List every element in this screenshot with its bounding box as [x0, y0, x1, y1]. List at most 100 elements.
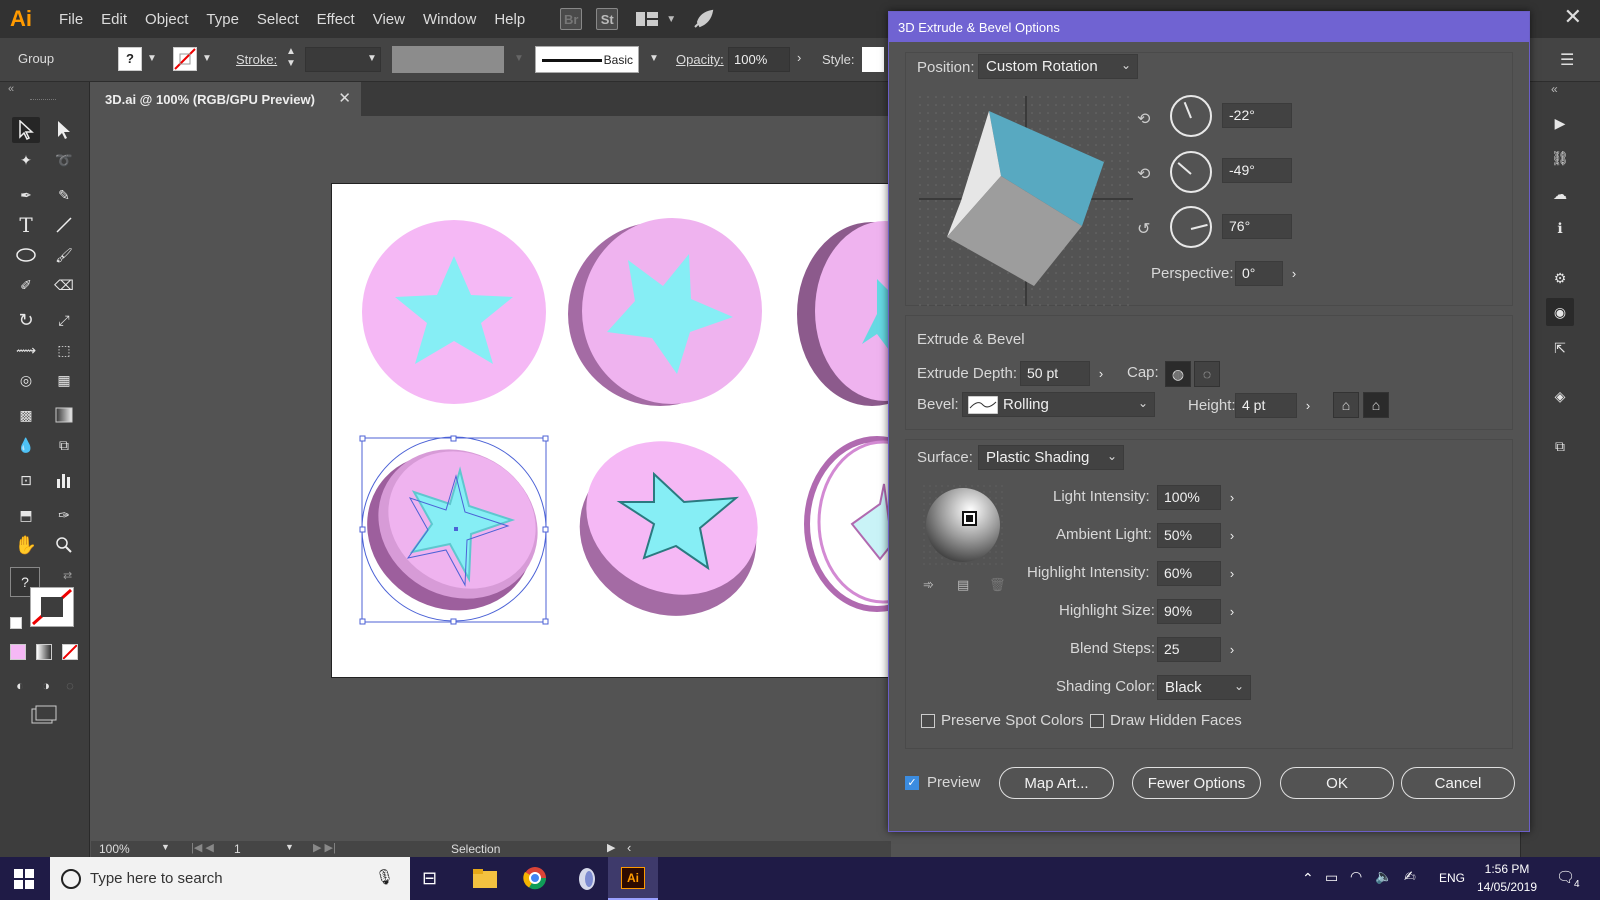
extrude-depth-input[interactable]: 50 pt: [1020, 361, 1090, 386]
draw-inside-icon[interactable]: ◌: [56, 672, 84, 698]
canvas[interactable]: [91, 116, 891, 841]
z-rotation-input[interactable]: 76°: [1222, 214, 1292, 239]
blend-tool-icon[interactable]: ⧉: [50, 432, 78, 458]
draw-hidden-faces-label[interactable]: Draw Hidden Faces: [1110, 712, 1242, 729]
show-hidden-icons-icon[interactable]: ⌃: [1302, 870, 1314, 887]
height-arrow-icon[interactable]: ›: [1297, 393, 1319, 418]
preview-label[interactable]: Preview: [927, 774, 980, 791]
draw-hidden-faces-checkbox[interactable]: [1090, 714, 1104, 728]
selection-tool-icon[interactable]: [12, 117, 40, 143]
menu-file[interactable]: File: [50, 11, 92, 28]
file-explorer-icon[interactable]: [473, 867, 497, 892]
draw-normal-icon[interactable]: ◐: [6, 672, 34, 698]
zoom-chevron-icon[interactable]: ▼: [161, 842, 170, 852]
shading-color-select[interactable]: Black ⌄: [1157, 675, 1251, 700]
type-tool-icon[interactable]: T: [12, 212, 40, 238]
menu-help[interactable]: Help: [485, 11, 534, 28]
hand-tool-icon[interactable]: ✋: [12, 532, 40, 558]
clock-date[interactable]: 14/05/2019: [1474, 880, 1540, 894]
dialog-title[interactable]: 3D Extrude & Bevel Options: [889, 12, 1529, 42]
preserve-spot-colors-label[interactable]: Preserve Spot Colors: [941, 712, 1084, 729]
blend-steps-arrow-icon[interactable]: ›: [1221, 637, 1243, 662]
flat-star-coin[interactable]: [362, 220, 546, 404]
tilted-star-coin[interactable]: [553, 414, 784, 645]
x-rotation-dial[interactable]: [1170, 95, 1212, 137]
illustrator-taskbar-button[interactable]: Ai: [608, 857, 658, 900]
none-mode-icon[interactable]: [62, 644, 78, 660]
position-select[interactable]: Custom Rotation ⌄: [978, 54, 1138, 79]
mesh-tool-icon[interactable]: ▩: [12, 402, 40, 428]
light-intensity-arrow-icon[interactable]: ›: [1221, 485, 1243, 510]
opacity-label[interactable]: Opacity:: [676, 52, 724, 67]
paintbrush-tool-icon[interactable]: 🖌: [50, 242, 78, 268]
free-transform-tool-icon[interactable]: ⬚: [50, 337, 78, 363]
column-graph-tool-icon[interactable]: [50, 467, 78, 493]
z-rotation-dial[interactable]: [1170, 206, 1212, 248]
arrange-documents-icon[interactable]: [636, 8, 659, 30]
lasso-tool-icon[interactable]: ➰: [50, 147, 78, 173]
surface-select[interactable]: Plastic Shading ⌄: [978, 445, 1124, 470]
y-rotation-input[interactable]: -49°: [1222, 158, 1292, 183]
menu-edit[interactable]: Edit: [92, 11, 136, 28]
highlight-size-input[interactable]: 90%: [1157, 599, 1221, 624]
artboard-number[interactable]: 1: [234, 842, 241, 856]
microphone-icon[interactable]: 🎙: [375, 868, 394, 886]
light-intensity-input[interactable]: 100%: [1157, 485, 1221, 510]
bevel-select[interactable]: Rolling ⌄: [962, 392, 1155, 417]
artboards-icon[interactable]: ⧉: [1546, 432, 1574, 460]
status-menu-arrow-icon[interactable]: ▶: [607, 841, 615, 854]
document-tab[interactable]: 3D.ai @ 100% (RGB/GPU Preview) ✕: [91, 82, 361, 116]
task-view-icon[interactable]: ⊟: [422, 868, 437, 889]
media-app-icon[interactable]: [576, 867, 598, 894]
perspective-slider-arrow-icon[interactable]: ›: [1283, 261, 1305, 286]
width-tool-icon[interactable]: ⟿: [12, 337, 40, 363]
stroke-label[interactable]: Stroke:: [236, 52, 277, 67]
shaper-tool-icon[interactable]: ✐: [12, 272, 40, 298]
ellipse-tool-icon[interactable]: [12, 242, 40, 268]
first-artboard-icon[interactable]: |◀ ◀: [191, 841, 214, 854]
zoom-tool-icon[interactable]: [50, 532, 78, 558]
y-rotation-dial[interactable]: [1170, 151, 1212, 193]
blend-steps-input[interactable]: 25: [1157, 637, 1221, 662]
stroke-swatch[interactable]: [173, 47, 197, 71]
bridge-button[interactable]: Br: [560, 8, 583, 30]
expand-panels-icon[interactable]: «: [1551, 82, 1558, 96]
height-input[interactable]: 4 pt: [1235, 393, 1297, 418]
pen-workspace-icon[interactable]: ✍: [1404, 868, 1416, 885]
line-segment-tool-icon[interactable]: [50, 212, 78, 238]
graphic-style-swatch[interactable]: [862, 47, 884, 72]
creative-cloud-libraries-icon[interactable]: ☁: [1546, 180, 1574, 208]
ambient-light-arrow-icon[interactable]: ›: [1221, 523, 1243, 548]
highlight-intensity-arrow-icon[interactable]: ›: [1221, 561, 1243, 586]
swap-colors-icon[interactable]: ⇄: [63, 569, 72, 582]
selected-rolling-coin[interactable]: [338, 421, 565, 641]
symbol-sprayer-tool-icon[interactable]: ⊡: [12, 467, 40, 493]
stroke-weight-stepper[interactable]: ▲ ▼: [286, 46, 296, 70]
hidden-faces-coin[interactable]: [804, 436, 891, 612]
ambient-light-input[interactable]: 50%: [1157, 523, 1221, 548]
rotate-tool-icon[interactable]: ↻: [12, 307, 40, 333]
links-icon[interactable]: ⛓: [1546, 144, 1574, 172]
menu-view[interactable]: View: [364, 11, 414, 28]
color-mode-icon[interactable]: [10, 644, 26, 660]
artboard[interactable]: [331, 183, 891, 678]
extruded-star-coin[interactable]: [568, 218, 762, 406]
perspective-grid-tool-icon[interactable]: ▦: [50, 367, 78, 393]
direct-selection-tool-icon[interactable]: [50, 117, 78, 143]
slice-tool-icon[interactable]: ✑: [50, 502, 78, 528]
track-cube[interactable]: [919, 96, 1133, 306]
menu-select[interactable]: Select: [248, 11, 308, 28]
beveled-star-coin[interactable]: [797, 221, 891, 406]
stroke-weight-chevron-icon[interactable]: ▼: [367, 53, 377, 64]
opacity-arrow-icon[interactable]: ›: [797, 50, 801, 65]
cancel-button[interactable]: Cancel: [1401, 767, 1515, 799]
gradient-tool-icon[interactable]: [50, 402, 78, 428]
fill-dropdown-chevron-icon[interactable]: ▼: [147, 53, 157, 64]
artboard-chevron-icon[interactable]: ▼: [285, 842, 294, 852]
chevron-down-icon[interactable]: ▼: [660, 8, 682, 30]
toolbox-grip[interactable]: [30, 99, 56, 101]
magic-wand-tool-icon[interactable]: ✦: [12, 147, 40, 173]
new-light-icon[interactable]: ▤: [957, 577, 969, 593]
eraser-tool-icon[interactable]: ⌫: [50, 272, 78, 298]
default-colors-icon[interactable]: [10, 617, 22, 629]
